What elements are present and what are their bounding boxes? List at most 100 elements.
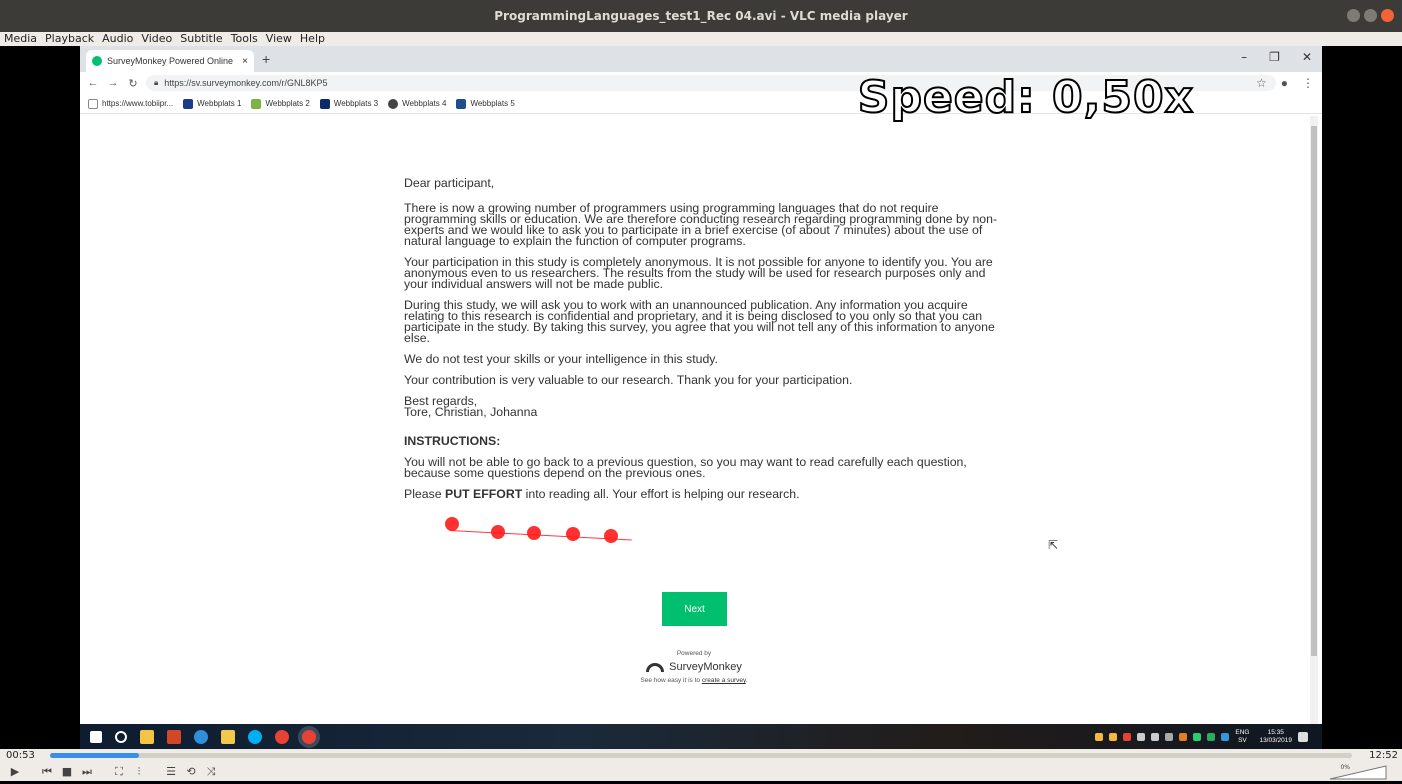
vlc-title-bar: ProgrammingLanguages_test1_Rec 04.avi - … bbox=[0, 0, 1402, 32]
surveymonkey-logo: SurveyMonkey bbox=[544, 661, 844, 673]
system-clock: 15:35 13/03/2019 bbox=[1259, 728, 1292, 744]
page-scrollbar bbox=[1310, 116, 1318, 726]
previous-icon[interactable]: ⏮ bbox=[40, 765, 54, 779]
reload-icon: ↻ bbox=[128, 77, 138, 90]
paragraph-1: There is now a growing number of program… bbox=[404, 201, 998, 248]
paragraph-3: During this study, we will ask you to wo… bbox=[404, 298, 995, 345]
powerpoint-icon bbox=[167, 729, 181, 744]
video-area[interactable]: SurveyMonkey Powered Online | × + – ❐ ✕ … bbox=[0, 46, 1402, 749]
tray-icon bbox=[1109, 732, 1118, 741]
sticky-notes-icon bbox=[221, 729, 235, 744]
menu-help[interactable]: Help bbox=[296, 32, 329, 46]
star-icon: ☆ bbox=[1255, 76, 1267, 90]
tray-icon bbox=[1123, 732, 1132, 741]
maximize-button[interactable] bbox=[1364, 9, 1377, 22]
tab-title: SurveyMonkey Powered Online | bbox=[107, 56, 237, 66]
menu-subtitle[interactable]: Subtitle bbox=[176, 32, 226, 46]
profile-icon: ● bbox=[1280, 76, 1288, 90]
instructions-title: INSTRUCTIONS: bbox=[404, 434, 501, 448]
skype-icon bbox=[248, 729, 262, 744]
paragraph-2: Your participation in this study is comp… bbox=[404, 255, 993, 291]
effort-line: Please PUT EFFORT into reading all. Your… bbox=[404, 487, 800, 501]
surveymonkey-favicon-icon bbox=[92, 56, 102, 66]
seek-progress bbox=[50, 753, 139, 758]
mouse-cursor-icon: ⇱ bbox=[1048, 538, 1059, 552]
edge-icon bbox=[194, 729, 208, 744]
total-time: 12:52 bbox=[1369, 750, 1398, 761]
system-tray: ENG SV 15:35 13/03/2019 bbox=[1095, 724, 1308, 749]
menu-dots-icon: ⋮ bbox=[1302, 76, 1314, 90]
menu-audio[interactable]: Audio bbox=[98, 32, 137, 46]
tray-icon bbox=[1207, 732, 1216, 741]
greeting: Dear participant, bbox=[404, 176, 495, 190]
tray-icon bbox=[1221, 732, 1230, 741]
bookmark-icon bbox=[388, 98, 399, 109]
stop-icon[interactable]: ■ bbox=[60, 765, 74, 779]
windows-taskbar: ENG SV 15:35 13/03/2019 bbox=[80, 724, 1322, 749]
close-button[interactable] bbox=[1381, 9, 1394, 22]
speed-overlay: Speed: 0,50x bbox=[857, 71, 1194, 124]
bookmark-icon bbox=[456, 98, 467, 109]
recorded-browser-window: SurveyMonkey Powered Online | × + – ❐ ✕ … bbox=[80, 46, 1322, 749]
bookmark-icon bbox=[319, 98, 330, 109]
search-icon bbox=[115, 730, 127, 743]
extended-settings-icon[interactable]: ⫶ bbox=[132, 765, 146, 779]
browser-minimize-icon: – bbox=[1241, 50, 1248, 64]
powered-by-label: Powered by bbox=[676, 650, 712, 657]
shuffle-icon[interactable]: ⤨ bbox=[204, 765, 218, 779]
next-icon[interactable]: ⏭ bbox=[80, 765, 94, 779]
browser-restore-icon: ❐ bbox=[1269, 50, 1280, 64]
create-survey-line: See how easy it is to create a survey. bbox=[640, 677, 748, 684]
play-icon[interactable]: ▶ bbox=[8, 765, 22, 779]
language-indicator: ENG SV bbox=[1235, 728, 1250, 744]
new-tab-icon: + bbox=[262, 51, 271, 67]
window-controls bbox=[1347, 9, 1394, 22]
tab-close-icon: × bbox=[242, 55, 248, 67]
elapsed-time: 00:53 bbox=[6, 750, 35, 761]
windows-start-icon bbox=[90, 730, 102, 743]
volume-label: 0% bbox=[1340, 764, 1350, 771]
paragraph-5: Your contribution is very valuable to ou… bbox=[404, 373, 853, 387]
page-icon bbox=[88, 98, 98, 109]
surveymonkey-logo-icon bbox=[646, 662, 665, 672]
tray-icon bbox=[1179, 732, 1188, 741]
gaze-point bbox=[491, 525, 505, 539]
powered-by-footer: Powered by SurveyMonkey See how easy it … bbox=[544, 650, 844, 684]
fullscreen-icon[interactable]: ⛶ bbox=[112, 765, 126, 779]
browser-close-icon: ✕ bbox=[1301, 50, 1312, 64]
chrome-active-icon bbox=[302, 729, 316, 744]
vlc-menu-bar: Media Playback Audio Video Subtitle Tool… bbox=[0, 32, 1402, 46]
volume-slider[interactable]: 0% bbox=[1326, 764, 1390, 780]
bookmark-icon bbox=[183, 98, 194, 109]
bookmark-icon bbox=[251, 98, 262, 109]
loop-icon[interactable]: ⟲ bbox=[184, 765, 198, 779]
playlist-icon[interactable]: ☰ bbox=[164, 765, 178, 779]
menu-playback[interactable]: Playback bbox=[41, 32, 98, 46]
menu-video[interactable]: Video bbox=[137, 32, 176, 46]
next-button[interactable]: Next bbox=[662, 592, 727, 626]
gaze-point bbox=[527, 526, 541, 540]
playback-controls: ▶ ⏮ ■ ⏭ ⛶ ⫶ ☰ ⟲ ⤨ bbox=[0, 763, 1402, 781]
menu-media[interactable]: Media bbox=[0, 32, 41, 46]
chrome-icon bbox=[275, 729, 289, 744]
minimize-button[interactable] bbox=[1347, 9, 1360, 22]
create-survey-link[interactable]: create a survey bbox=[702, 677, 746, 684]
seek-bar[interactable] bbox=[50, 753, 1352, 758]
tray-icon bbox=[1165, 732, 1174, 741]
bookmark-5: Webbplats 4 bbox=[388, 98, 446, 109]
file-explorer-icon bbox=[140, 729, 154, 744]
menu-tools[interactable]: Tools bbox=[227, 32, 262, 46]
signature: Best regards, Tore, Christian, Johanna bbox=[404, 394, 538, 419]
gaze-point bbox=[445, 517, 459, 531]
browser-window-controls: – ❐ ✕ bbox=[1241, 50, 1312, 64]
instructions-text: You will not be able to go back to a pre… bbox=[404, 455, 967, 480]
bookmark-2: Webbplats 1 bbox=[183, 98, 241, 109]
menu-view[interactable]: View bbox=[262, 32, 296, 46]
forward-arrow-icon: → bbox=[107, 77, 119, 89]
volume-icon bbox=[1151, 732, 1160, 741]
notifications-icon bbox=[1298, 731, 1308, 742]
browser-tab: SurveyMonkey Powered Online | × bbox=[86, 50, 254, 72]
gaze-point bbox=[604, 529, 618, 543]
url-text: https://sv.surveymonkey.com/r/GNL8KP5 bbox=[164, 78, 328, 88]
back-arrow-icon: ← bbox=[87, 77, 99, 89]
